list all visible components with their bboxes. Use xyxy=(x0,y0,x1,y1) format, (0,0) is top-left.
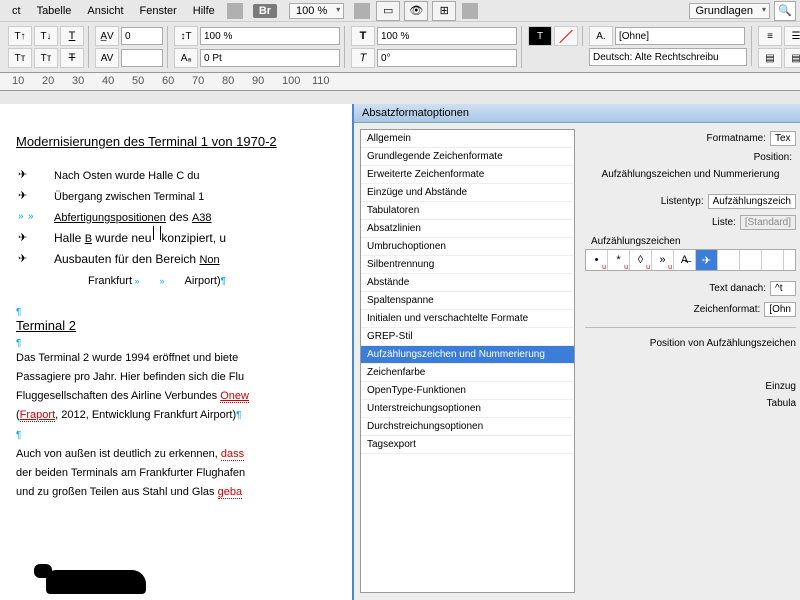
listtype-label: Listentyp: xyxy=(661,196,704,207)
charfmt-select[interactable]: [Ohn xyxy=(764,302,796,317)
category-item[interactable]: Einzüge und Abstände xyxy=(361,184,574,202)
align-left-btn[interactable]: ≡ xyxy=(758,26,782,46)
tracking-field[interactable] xyxy=(121,49,163,67)
skew-field[interactable] xyxy=(377,49,517,67)
view-options-icon[interactable]: 👁 xyxy=(404,1,428,21)
menu-bar: ct Tabelle Ansicht Fenster Hilfe Br 100 … xyxy=(0,0,800,22)
paragraph-style-options-panel: Absatzformatoptionen AllgemeinGrundlegen… xyxy=(352,104,800,600)
bullet-list: ✈Nach Osten wurde Halle C du ✈Übergang z… xyxy=(54,165,340,292)
heading: Modernisierungen des Terminal 1 von 1970… xyxy=(16,134,340,149)
glyph-add[interactable]: A̶ xyxy=(674,250,696,270)
horizontal-ruler: 10 20 30 40 50 60 70 80 90 100 110 xyxy=(0,73,800,91)
text-cursor xyxy=(151,228,161,242)
einzug-label: Einzug xyxy=(585,381,796,392)
listtype-select[interactable]: Aufzählungszeich xyxy=(708,194,796,209)
tracking-icon: AV xyxy=(95,48,119,68)
textafter-label: Text danach: xyxy=(709,283,766,294)
lang-field[interactable] xyxy=(589,48,747,66)
glyph-bullet[interactable]: •u xyxy=(586,250,608,270)
underline-btn[interactable]: T xyxy=(60,26,84,46)
search-icon[interactable]: 🔍 xyxy=(774,1,796,21)
tabula-label: Tabula xyxy=(585,398,796,409)
workspace-select[interactable]: Grundlagen xyxy=(689,3,771,19)
charfmt-label: Zeichenformat: xyxy=(694,304,761,315)
baseline-icon: Aₐ xyxy=(174,48,198,68)
category-item[interactable]: Absatzlinien xyxy=(361,220,574,238)
smallcaps-btn[interactable]: Tᴛ xyxy=(8,48,32,68)
category-item[interactable]: Tagsexport xyxy=(361,436,574,454)
glyphs-label: Aufzählungszeichen xyxy=(591,236,796,247)
category-item[interactable]: OpenType-Funktionen xyxy=(361,382,574,400)
category-item[interactable]: GREP-Stil xyxy=(361,328,574,346)
subscript-btn[interactable]: T↓ xyxy=(34,26,58,46)
justify-left-btn[interactable]: ▤ xyxy=(758,48,782,68)
screen-mode-icon[interactable]: ▭ xyxy=(376,1,400,21)
textafter-field[interactable]: ^t xyxy=(770,281,796,296)
category-item[interactable]: Allgemein xyxy=(361,130,574,148)
category-list[interactable]: AllgemeinGrundlegende ZeichenformateErwe… xyxy=(360,129,575,593)
category-item[interactable]: Durchstreichungsoptionen xyxy=(361,418,574,436)
category-item[interactable]: Spaltenspanne xyxy=(361,292,574,310)
category-item[interactable]: Grundlegende Zeichenformate xyxy=(361,148,574,166)
control-toolbar: T↑T↓T TᴛTтT A̲V AV ↕T Aₐ T T T A. ≡☰≡▤ ▤… xyxy=(0,22,800,73)
kerning-field[interactable] xyxy=(121,27,163,45)
position-section-label: Position von Aufzählungszeichen xyxy=(585,338,796,349)
category-item[interactable]: Erweiterte Zeichenformate xyxy=(361,166,574,184)
document-page[interactable]: Modernisierungen des Terminal 1 von 1970… xyxy=(0,104,355,600)
charstyle-field[interactable] xyxy=(615,27,745,45)
strike-btn[interactable]: T xyxy=(60,48,84,68)
formatname-field[interactable]: Tex xyxy=(770,131,796,146)
glyph-diamond[interactable]: ◊u xyxy=(630,250,652,270)
category-item[interactable]: Abstände xyxy=(361,274,574,292)
category-item[interactable]: Tabulatoren xyxy=(361,202,574,220)
position-label: Position: xyxy=(754,152,792,163)
bridge-button[interactable]: Br xyxy=(253,4,277,18)
arrange-icon[interactable]: ⊞ xyxy=(432,1,456,21)
baseline-field[interactable] xyxy=(200,49,340,67)
justify-center-btn[interactable]: ▤ xyxy=(784,48,800,68)
kerning-icon: A̲V xyxy=(95,26,119,46)
align-center-btn[interactable]: ☰ xyxy=(784,26,800,46)
category-item[interactable]: Initialen und verschachtelte Formate xyxy=(361,310,574,328)
panel-title: Absatzformatoptionen xyxy=(354,104,800,123)
heading-2: Terminal 2 xyxy=(16,318,340,333)
formatname-label: Formatname: xyxy=(707,133,766,144)
image-placeholder[interactable] xyxy=(46,570,146,594)
category-item[interactable]: Aufzählungszeichen und Nummerierung xyxy=(361,346,574,364)
hscale-icon: T xyxy=(351,26,375,46)
allcaps-btn[interactable]: Tт xyxy=(34,48,58,68)
bullet-glyph-grid[interactable]: •u *u ◊u »u A̶ ✈ xyxy=(585,249,796,271)
list-label: Liste: xyxy=(712,217,736,228)
vscale-icon: ↕T xyxy=(174,26,198,46)
glyph-plane[interactable]: ✈ xyxy=(696,250,718,270)
menu-item[interactable]: Tabelle xyxy=(29,5,80,17)
glyph-asterisk[interactable]: *u xyxy=(608,250,630,270)
category-item[interactable]: Silbentrennung xyxy=(361,256,574,274)
category-item[interactable]: Unterstreichungsoptionen xyxy=(361,400,574,418)
category-item[interactable]: Zeichenfarbe xyxy=(361,364,574,382)
panel-subtitle: Aufzählungszeichen und Nummerierung xyxy=(585,169,796,180)
menu-item[interactable]: Hilfe xyxy=(185,5,223,17)
hscale-field[interactable] xyxy=(377,27,517,45)
category-item[interactable]: Umbruchoptionen xyxy=(361,238,574,256)
menu-item[interactable]: Fenster xyxy=(132,5,185,17)
menu-item[interactable]: Ansicht xyxy=(79,5,131,17)
zoom-select[interactable]: 100 % xyxy=(289,3,344,19)
superscript-btn[interactable]: T↑ xyxy=(8,26,32,46)
fill-icon[interactable]: T xyxy=(528,26,552,46)
body-text: Das Terminal 2 wurde 1994 eröffnet und b… xyxy=(16,349,340,502)
skew-icon: T xyxy=(351,48,375,68)
menu-item[interactable]: ct xyxy=(4,5,29,17)
list-select[interactable]: [Standard] xyxy=(740,215,796,230)
charstyle-icon: A. xyxy=(589,26,613,46)
stroke-icon[interactable] xyxy=(554,26,578,46)
glyph-guillemet[interactable]: »u xyxy=(652,250,674,270)
vscale-field[interactable] xyxy=(200,27,340,45)
